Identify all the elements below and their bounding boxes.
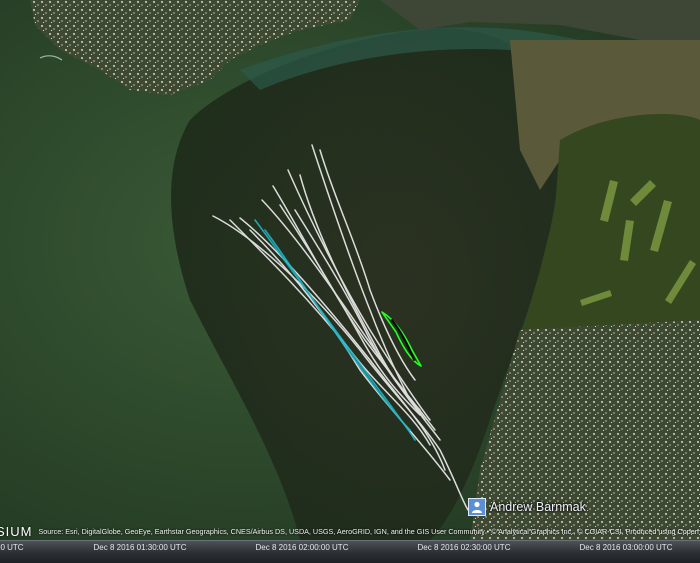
timeline-label: Dec 8 2016 02:00:00 UTC bbox=[256, 543, 349, 552]
data-attribution: Source: Esri, DigitalGlobe, GeoEye, Eart… bbox=[39, 527, 700, 536]
timeline-label: 00 UTC bbox=[0, 543, 24, 552]
user-name: Andrew Barnmak bbox=[490, 500, 586, 514]
credit-bar: SIUM Source: Esri, DigitalGlobe, GeoEye,… bbox=[0, 522, 700, 540]
map-viewport[interactable] bbox=[0, 0, 700, 562]
timeline-label: Dec 8 2016 03:00:00 UTC bbox=[580, 543, 673, 552]
timeline[interactable]: 00 UTC Dec 8 2016 01:30:00 UTC Dec 8 201… bbox=[0, 540, 700, 563]
timeline-label: Dec 8 2016 01:30:00 UTC bbox=[94, 543, 187, 552]
person-icon bbox=[468, 498, 486, 516]
user-label[interactable]: Andrew Barnmak bbox=[468, 497, 586, 517]
timeline-label: Dec 8 2016 02:30:00 UTC bbox=[418, 543, 511, 552]
cesium-logo[interactable]: SIUM bbox=[0, 524, 33, 539]
